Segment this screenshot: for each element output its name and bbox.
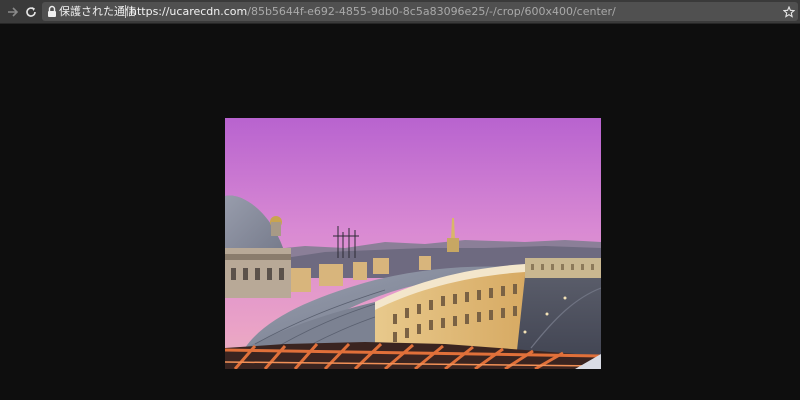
address-bar[interactable]: 保護された通信 https://ucarecdn.com/85b5644f-e6… [42,2,798,21]
photo-image[interactable] [225,118,601,369]
reload-icon [26,7,36,17]
image-viewer [0,24,800,400]
address-separator [125,5,126,18]
url-text[interactable]: https://ucarecdn.com/85b5644f-e692-4855-… [130,4,616,19]
url-host: https://ucarecdn.com [130,5,248,18]
url-path: /85b5644f-e692-4855-9db0-8c5a83096e25/-/… [247,5,616,18]
reload-button[interactable] [22,3,40,21]
arrow-right-icon [8,7,19,17]
bookmark-button[interactable] [781,4,796,19]
lock-icon [48,5,56,17]
star-icon [782,5,795,18]
forward-button[interactable] [4,3,22,21]
browser-toolbar: 保護された通信 https://ucarecdn.com/85b5644f-e6… [0,0,800,24]
